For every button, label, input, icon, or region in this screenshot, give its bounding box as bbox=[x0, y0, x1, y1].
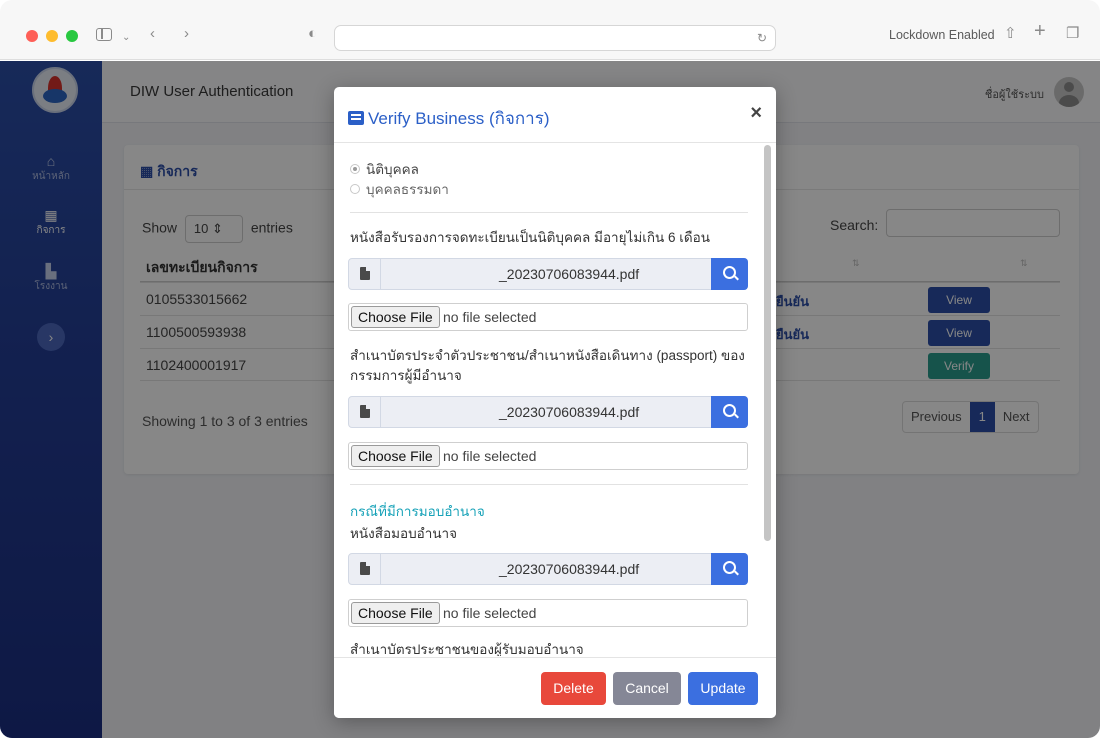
close-window-button[interactable] bbox=[26, 30, 38, 42]
modal-header: Verify Business (กิจการ) × bbox=[334, 87, 776, 143]
browser-toolbar: ⌄ ‹ › ◐ ↻ Lockdown Enabled ⇧ + ❐ bbox=[0, 0, 1100, 60]
radio-juristic-person[interactable]: นิติบุคคล bbox=[350, 158, 419, 180]
reload-icon[interactable]: ↻ bbox=[757, 28, 767, 48]
uploaded-file-name: _20230706083944.pdf bbox=[499, 404, 640, 420]
no-file-text: no file selected bbox=[443, 448, 537, 464]
field-label: หนังสือรับรองการจดทะเบียนเป็นนิติบุคคล ม… bbox=[350, 230, 710, 245]
file-input[interactable]: Choose File no file selected bbox=[348, 442, 748, 470]
browser-window: ⌄ ‹ › ◐ ↻ Lockdown Enabled ⇧ + ❐ ⌂ หน้าห… bbox=[0, 0, 1100, 738]
no-file-text: no file selected bbox=[443, 309, 537, 325]
divider bbox=[350, 212, 748, 213]
uploaded-file-name: _20230706083944.pdf bbox=[499, 266, 640, 282]
delete-button[interactable]: Delete bbox=[541, 672, 606, 705]
field-label: สำเนาบัตรประจำตัวประชาชน/สำเนาหนังสือเดิ… bbox=[350, 348, 745, 383]
tab-overview-icon[interactable]: ❐ bbox=[1066, 24, 1079, 44]
radio-button[interactable] bbox=[350, 164, 360, 174]
section-label: กรณีที่มีการมอบอำนาจ bbox=[350, 504, 485, 519]
radio-button[interactable] bbox=[350, 184, 360, 194]
file-input[interactable]: Choose File no file selected bbox=[348, 303, 748, 331]
divider bbox=[350, 484, 748, 485]
back-arrow-icon[interactable]: ‹ bbox=[150, 24, 155, 44]
choose-file-button[interactable]: Choose File bbox=[351, 602, 440, 624]
modal-title-text: Verify Business (กิจการ) bbox=[368, 109, 550, 128]
uploaded-file-group: _20230706083944.pdf bbox=[348, 553, 748, 585]
no-file-text: no file selected bbox=[443, 605, 537, 621]
file-input[interactable]: Choose File no file selected bbox=[348, 599, 748, 627]
preview-file-button[interactable] bbox=[711, 396, 748, 428]
minimize-window-button[interactable] bbox=[46, 30, 58, 42]
close-icon[interactable]: × bbox=[750, 102, 762, 125]
address-bar[interactable]: ↻ bbox=[334, 25, 776, 51]
preview-file-button[interactable] bbox=[711, 553, 748, 585]
pdf-file-icon bbox=[349, 259, 381, 289]
choose-file-button[interactable]: Choose File bbox=[351, 445, 440, 467]
choose-file-button[interactable]: Choose File bbox=[351, 306, 440, 328]
modal-body: นิติบุคคล บุคคลธรรมดา หนังสือรับรองการจด… bbox=[334, 144, 776, 656]
pdf-file-icon bbox=[349, 397, 381, 427]
new-tab-icon[interactable]: + bbox=[1034, 21, 1046, 41]
preview-file-button[interactable] bbox=[711, 258, 748, 290]
pdf-file-icon bbox=[349, 554, 381, 584]
zoom-window-button[interactable] bbox=[66, 30, 78, 42]
uploaded-file-group: _20230706083944.pdf bbox=[348, 396, 748, 428]
uploaded-file-name: _20230706083944.pdf bbox=[499, 561, 640, 577]
update-button[interactable]: Update bbox=[688, 672, 758, 705]
lockdown-status: Lockdown Enabled bbox=[889, 28, 995, 42]
list-icon bbox=[348, 111, 364, 125]
forward-arrow-icon[interactable]: › bbox=[184, 24, 189, 44]
verify-business-modal: Verify Business (กิจการ) × นิติบุคคล บุค… bbox=[334, 87, 776, 718]
sidebar-toggle-icon[interactable] bbox=[96, 28, 112, 41]
modal-title: Verify Business (กิจการ) bbox=[348, 105, 550, 132]
chevron-down-icon[interactable]: ⌄ bbox=[122, 28, 130, 48]
field-label: หนังสือมอบอำนาจ bbox=[350, 526, 458, 541]
uploaded-file-group: _20230706083944.pdf bbox=[348, 258, 748, 290]
radio-natural-person[interactable]: บุคคลธรรมดา bbox=[350, 178, 449, 200]
share-icon[interactable]: ⇧ bbox=[1004, 24, 1017, 44]
shield-icon[interactable]: ◐ bbox=[308, 24, 317, 44]
field-label: สำเนาบัตรประชาชนของผู้รับมอบอำนาจ bbox=[350, 642, 584, 656]
radio-label: นิติบุคคล bbox=[366, 162, 419, 177]
cancel-button[interactable]: Cancel bbox=[613, 672, 681, 705]
modal-footer: Delete Cancel Update bbox=[334, 657, 776, 718]
radio-label: บุคคลธรรมดา bbox=[366, 182, 449, 197]
modal-scrollbar[interactable] bbox=[764, 145, 771, 541]
